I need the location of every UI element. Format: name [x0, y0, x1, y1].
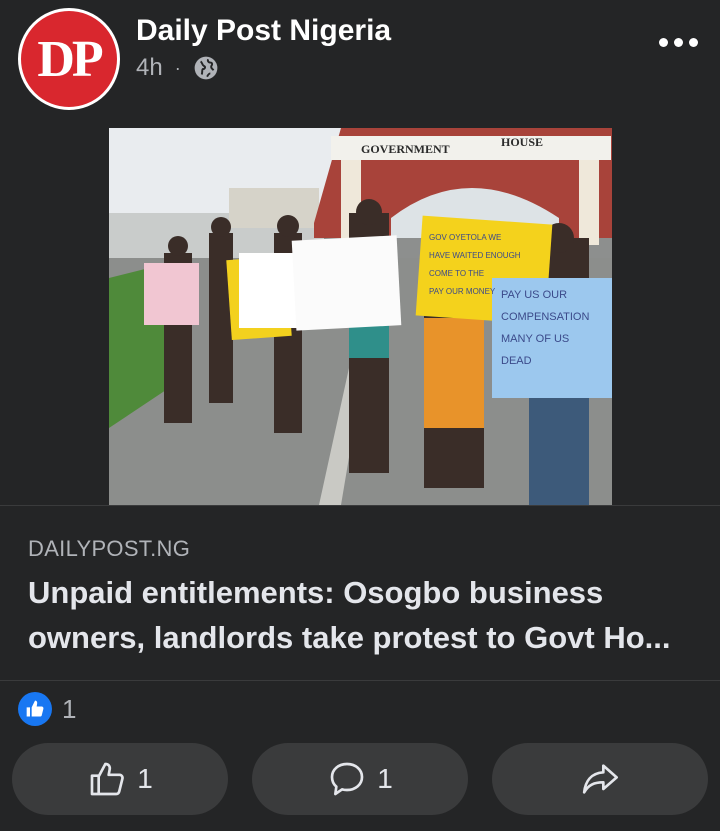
- svg-text:MANY OF US: MANY OF US: [501, 333, 569, 345]
- globe-icon: [194, 56, 218, 80]
- link-domain: DAILYPOST.NG: [28, 536, 191, 561]
- share-button[interactable]: [492, 743, 708, 815]
- link-preview-card[interactable]: DAILYPOST.NG Unpaid entitlements: Osogbo…: [0, 505, 720, 681]
- avatar-logo-text: DP: [37, 30, 103, 88]
- gate-sign-right: HOUSE: [501, 135, 543, 149]
- svg-text:PAY US OUR: PAY US OUR: [501, 289, 567, 301]
- post-time[interactable]: 4h: [136, 54, 163, 82]
- like-badge-icon: [18, 692, 52, 726]
- meta-separator: ·: [174, 57, 181, 78]
- protest-photo-illustration: GOVERNMENT HOUSE PAY US OUR COMPENSATION…: [109, 128, 612, 505]
- svg-text:DEAD: DEAD: [501, 355, 532, 367]
- more-dot-icon: [659, 38, 668, 47]
- gate-sign-left: GOVERNMENT: [361, 142, 450, 156]
- svg-text:COMPENSATION: COMPENSATION: [501, 311, 589, 323]
- like-count: 1: [137, 763, 153, 794]
- svg-text:COME TO THE: COME TO THE: [429, 269, 484, 278]
- thumbs-up-icon: [26, 700, 44, 717]
- comment-count: 1: [377, 763, 393, 794]
- reactions-summary[interactable]: 1: [18, 692, 76, 726]
- svg-text:GOV OYETOLA WE: GOV OYETOLA WE: [429, 233, 501, 242]
- post-actions-bar: 1 1: [12, 743, 708, 815]
- link-headline[interactable]: Unpaid entitlements: Osogbo business own…: [28, 570, 698, 660]
- post-photo[interactable]: GOVERNMENT HOUSE PAY US OUR COMPENSATION…: [109, 128, 612, 505]
- more-options-button[interactable]: [659, 38, 698, 47]
- share-icon: [582, 764, 618, 794]
- page-name[interactable]: Daily Post Nigeria: [136, 14, 391, 48]
- reaction-count: 1: [62, 693, 77, 724]
- svg-text:HAVE WAITED ENOUGH: HAVE WAITED ENOUGH: [429, 251, 521, 260]
- thumbs-up-icon: [90, 762, 125, 796]
- post-meta: 4h ·: [136, 54, 219, 82]
- svg-text:PAY OUR MONEY: PAY OUR MONEY: [429, 287, 496, 296]
- comment-icon: [330, 762, 364, 796]
- page-avatar[interactable]: DP: [18, 8, 120, 110]
- more-dot-icon: [674, 38, 683, 47]
- more-dot-icon: [689, 38, 698, 47]
- comment-button[interactable]: 1: [252, 743, 468, 815]
- like-button[interactable]: 1: [12, 743, 228, 815]
- post-header: DP Daily Post Nigeria 4h ·: [0, 0, 720, 120]
